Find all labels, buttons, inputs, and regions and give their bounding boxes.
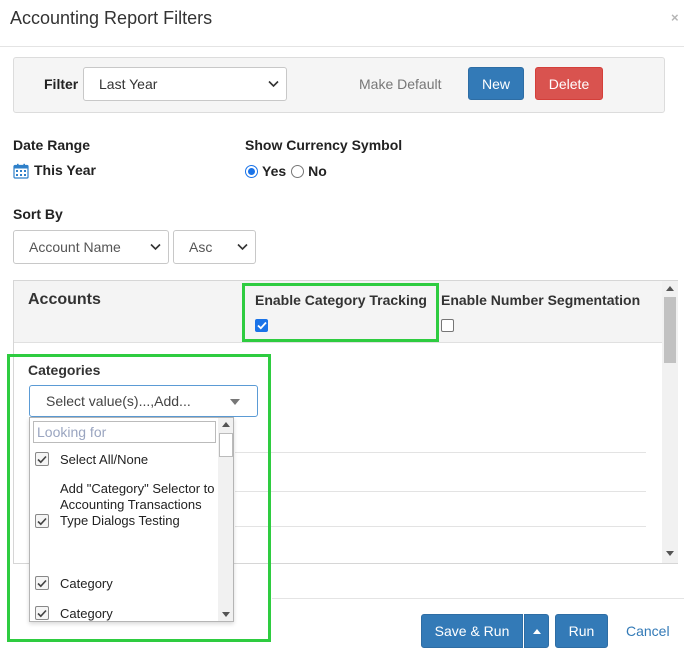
make-default-button[interactable]: Make Default (359, 76, 441, 92)
chevron-down-icon (150, 243, 161, 251)
currency-no-label: No (308, 163, 327, 179)
save-and-run-button[interactable]: Save & Run (421, 614, 523, 648)
run-button[interactable]: Run (555, 614, 608, 648)
close-icon[interactable]: × (671, 10, 679, 25)
currency-radio-group: Yes No (245, 163, 327, 179)
delete-button[interactable]: Delete (535, 67, 603, 100)
caret-up-icon (532, 628, 541, 634)
sort-direction-select[interactable]: Asc (173, 230, 256, 264)
chevron-down-icon (237, 243, 248, 251)
filter-select[interactable]: Last Year (83, 67, 287, 101)
scroll-up-icon[interactable] (666, 286, 674, 291)
save-run-options-button[interactable] (524, 614, 549, 648)
enable-number-segmentation-checkbox[interactable] (441, 319, 454, 332)
dialog-title: Accounting Report Filters (10, 8, 213, 28)
highlight-box-categories (7, 354, 271, 642)
calendar-icon[interactable] (13, 163, 29, 179)
title-divider (0, 46, 684, 47)
currency-yes-label: Yes (262, 163, 287, 179)
scroll-down-icon[interactable] (666, 551, 674, 556)
new-button[interactable]: New (468, 67, 524, 100)
sort-by-label: Sort By (13, 206, 63, 222)
enable-number-segmentation-label: Enable Number Segmentation (441, 292, 641, 308)
highlight-box-category-tracking (242, 283, 439, 342)
sort-field-value: Account Name (29, 239, 121, 255)
filter-select-value: Last Year (99, 76, 158, 92)
date-range-value[interactable]: This Year (34, 162, 96, 178)
currency-yes-radio[interactable] (245, 164, 258, 178)
row-divider (235, 452, 646, 453)
date-range-label: Date Range (13, 137, 91, 153)
row-divider (235, 491, 646, 492)
chevron-down-icon (268, 80, 279, 88)
filter-label: Filter (44, 76, 79, 92)
panel-scrollbar-thumb[interactable] (664, 297, 676, 363)
accounts-title: Accounts (28, 291, 101, 308)
row-divider (235, 526, 646, 527)
currency-no-radio[interactable] (291, 164, 305, 178)
footer-divider (272, 598, 684, 599)
sort-direction-value: Asc (189, 239, 213, 255)
cancel-link[interactable]: Cancel (626, 623, 670, 639)
currency-symbol-label: Show Currency Symbol (245, 137, 403, 153)
sort-field-select[interactable]: Account Name (13, 230, 169, 264)
